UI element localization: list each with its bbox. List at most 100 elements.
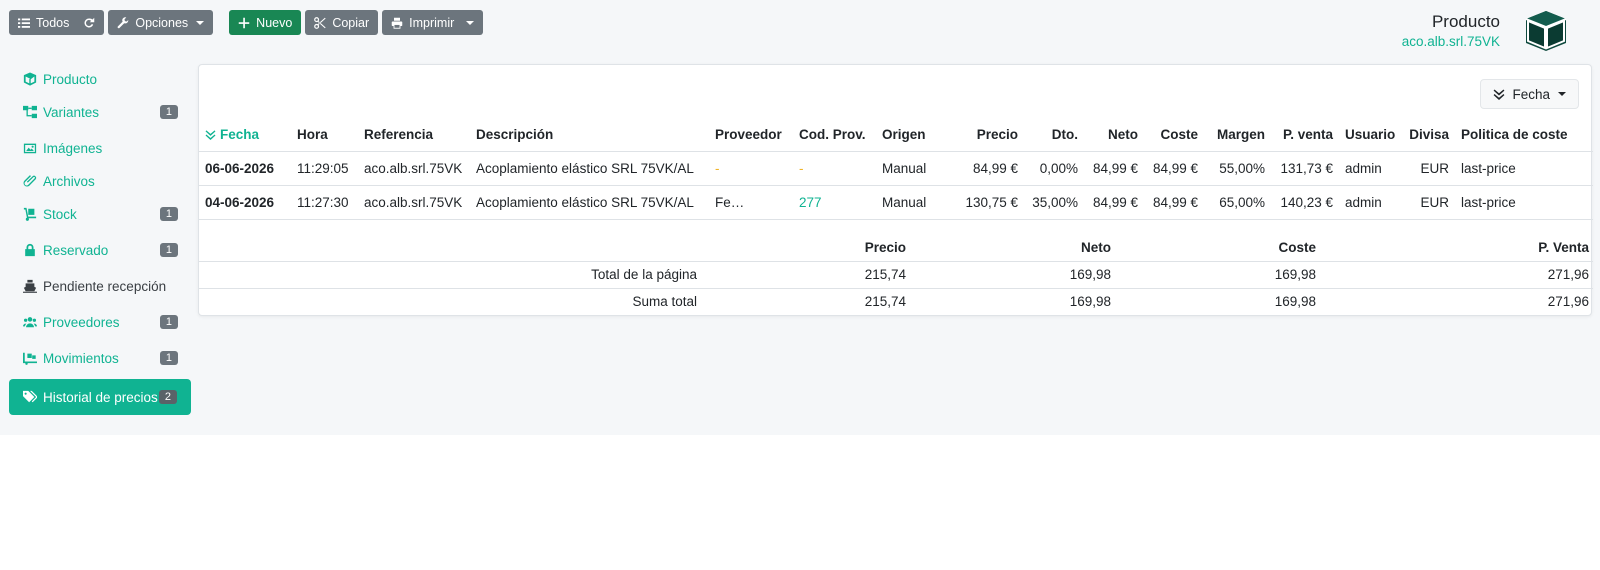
column-header-fecha[interactable]: Fecha [199, 119, 291, 151]
cell-p-venta: 131,73 € [1271, 150, 1339, 185]
sidebar-item-pendiente-recepcion[interactable]: Pendiente recepción [9, 268, 191, 304]
new-button-label: Nuevo [256, 15, 293, 30]
sort-button[interactable]: Fecha [1480, 79, 1579, 109]
column-header-dto[interactable]: Dto. [1024, 119, 1084, 151]
count-badge: 2 [158, 390, 177, 404]
column-header-hora[interactable]: Hora [291, 119, 358, 151]
sidebar-item-historial-de-precios[interactable]: Historial de precios 2 [9, 379, 191, 415]
sidebar-item-label: Pendiente recepción [43, 278, 167, 294]
table-header-row: Fecha Hora Referencia Descripción Provee… [199, 119, 1593, 151]
new-button[interactable]: Nuevo [229, 10, 302, 35]
cell-politica-de-coste: last-price [1455, 150, 1593, 185]
column-header-p-venta[interactable]: P. venta [1271, 119, 1339, 151]
toolbar: Todos Opciones Nuevo Copiar Imprimir [9, 10, 487, 35]
column-header-neto[interactable]: Neto [1084, 119, 1144, 151]
sidebar-item-label: Movimientos [43, 350, 119, 366]
cell-hora: 11:29:05 [291, 150, 358, 185]
table-row[interactable]: 04-06-2026 11:27:30 aco.alb.srl.75VK Aco… [199, 184, 1593, 220]
double-chevron-down-icon [205, 130, 216, 141]
cell-origen: Manual [876, 150, 942, 185]
totals-row-page: Total de la página 215,74 169,98 169,98 … [199, 260, 1593, 288]
price-history-panel: Fecha Fecha Hora Referencia Descripción … [198, 64, 1593, 316]
column-header-politica-de-coste[interactable]: Politica de coste [1455, 119, 1593, 151]
column-header-margen[interactable]: Margen [1204, 119, 1271, 151]
column-header-origen[interactable]: Origen [876, 119, 942, 151]
totals-header-coste: Coste [1278, 240, 1316, 256]
truck-loading-icon [23, 352, 37, 365]
cell-proveedor: - [709, 150, 793, 185]
column-header-label: Fecha [220, 127, 260, 143]
sidebar-item-label: Stock [43, 206, 77, 222]
cell-precio: 84,99 € [942, 150, 1024, 185]
sidebar-item-label: Historial de precios [43, 389, 158, 405]
count-badge: 1 [159, 105, 178, 119]
cell-dto: 35,00% [1024, 184, 1084, 220]
refresh-icon[interactable] [83, 17, 95, 29]
cell-fecha: 06-06-2026 [199, 150, 291, 185]
cell-neto: 84,99 € [1084, 150, 1144, 185]
lock-icon [25, 243, 35, 257]
copy-button[interactable]: Copiar [305, 10, 379, 35]
table-row[interactable]: 06-06-2026 11:29:05 aco.alb.srl.75VK Aco… [199, 150, 1593, 185]
totals-cell-precio: 215,74 [701, 260, 910, 288]
column-header-coste[interactable]: Coste [1144, 119, 1204, 151]
print-button[interactable]: Imprimir [382, 10, 484, 35]
cell-divisa: EUR [1403, 184, 1455, 220]
cell-margen: 65,00% [1204, 184, 1271, 220]
cell-p-venta: 140,23 € [1271, 184, 1339, 220]
cube-icon [23, 72, 37, 86]
totals-header-precio: Precio [864, 240, 906, 256]
sidebar-item-proveedores[interactable]: Proveedores 1 [9, 304, 191, 340]
chevron-down-icon[interactable] [466, 20, 475, 25]
column-header-usuario[interactable]: Usuario [1339, 119, 1403, 151]
column-header-referencia[interactable]: Referencia [358, 119, 470, 151]
cell-cod-prov[interactable]: 277 [793, 184, 876, 220]
sidebar-item-archivos[interactable]: Archivos [9, 166, 191, 196]
totals-header-neto: Neto [1081, 240, 1111, 256]
totals-cell-neto: 169,98 [910, 287, 1115, 315]
sidebar: Producto Variantes 1 Imágenes Archivos S… [9, 64, 191, 415]
options-button[interactable]: Opciones [108, 10, 214, 35]
sidebar-item-stock[interactable]: Stock 1 [9, 196, 191, 232]
tags-icon [23, 390, 37, 403]
column-header-divisa[interactable]: Divisa [1403, 119, 1455, 151]
sidebar-item-label: Reservado [43, 242, 109, 258]
totals-cell-coste: 169,98 [1115, 287, 1320, 315]
sidebar-item-movimientos[interactable]: Movimientos 1 [9, 340, 191, 376]
count-badge: 1 [159, 243, 178, 257]
cube-icon [1525, 11, 1567, 51]
sort-button-label: Fecha [1512, 86, 1550, 102]
count-badge: 1 [159, 315, 178, 329]
totals-header-row: Precio Neto Coste P. Venta [199, 235, 1593, 261]
all-button-label: Todos [36, 15, 70, 30]
totals-header-p-venta: P. Venta [1538, 240, 1589, 256]
dolly-icon [23, 207, 37, 221]
column-header-descripcion[interactable]: Descripción [470, 119, 709, 151]
cell-fecha: 04-06-2026 [199, 184, 291, 220]
column-header-proveedor[interactable]: Proveedor [709, 119, 793, 151]
product-reference: aco.alb.srl.75VK [1401, 34, 1500, 49]
sidebar-item-reservado[interactable]: Reservado 1 [9, 232, 191, 268]
column-header-precio[interactable]: Precio [942, 119, 1024, 151]
sidebar-item-label: Imágenes [43, 140, 103, 156]
product-header: Producto aco.alb.srl.75VK [1402, 12, 1500, 49]
print-button-label: Imprimir [409, 15, 455, 30]
all-button[interactable]: Todos [9, 10, 105, 35]
count-badge: 1 [159, 351, 178, 365]
sidebar-item-producto[interactable]: Producto [9, 64, 191, 94]
ship-icon [23, 279, 37, 293]
users-icon [23, 317, 37, 328]
cell-descripcion: Acoplamiento elástico SRL 75VK/AL [470, 184, 709, 220]
column-header-cod-prov[interactable]: Cod. Prov. [793, 119, 876, 151]
options-button-label: Opciones [135, 15, 189, 30]
cell-neto: 84,99 € [1084, 184, 1144, 220]
scissors-icon [314, 16, 326, 29]
totals-header-empty [199, 235, 701, 261]
images-icon [23, 143, 37, 154]
sidebar-item-variantes[interactable]: Variantes 1 [9, 94, 191, 130]
sidebar-item-imagenes[interactable]: Imágenes [9, 130, 191, 166]
totals-cell-coste: 169,98 [1115, 260, 1320, 288]
sidebar-item-label: Proveedores [43, 314, 120, 330]
page-title: Producto [1431, 12, 1500, 31]
cell-referencia: aco.alb.srl.75VK [358, 184, 470, 220]
